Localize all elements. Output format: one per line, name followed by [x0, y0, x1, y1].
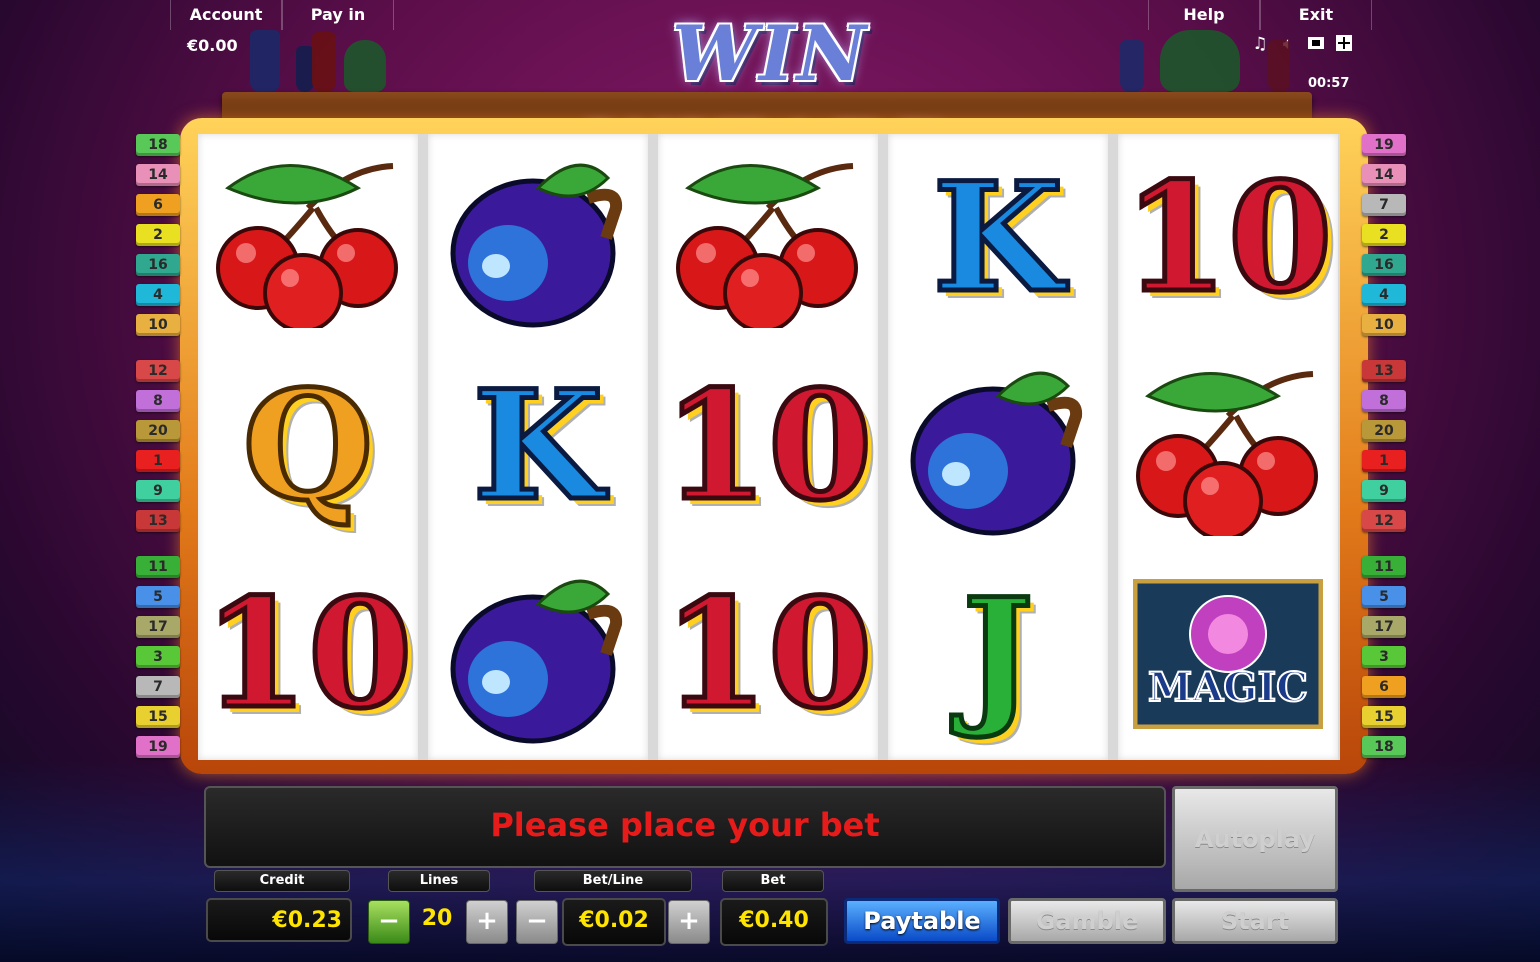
- line-marker-15[interactable]: 15: [136, 706, 180, 728]
- lines-label: Lines: [388, 870, 490, 892]
- line-marker-17[interactable]: 17: [1362, 616, 1406, 638]
- reel-4: K J: [888, 134, 1108, 760]
- line-marker-14[interactable]: 14: [1362, 164, 1406, 186]
- bottle-decoration: [344, 40, 386, 92]
- magic-label: MAGIC: [1148, 664, 1308, 711]
- credit-label: Credit: [214, 870, 350, 892]
- credit-amount: €0.23: [272, 908, 342, 933]
- account-balance: €0.00: [187, 36, 238, 55]
- cherry-symbol: [658, 134, 878, 342]
- bet-line-increase-button[interactable]: +: [668, 900, 710, 944]
- line-marker-20[interactable]: 20: [1362, 420, 1406, 442]
- bottle-decoration: [1268, 40, 1290, 92]
- bet-label: Bet: [722, 870, 824, 892]
- plum-symbol: [428, 134, 648, 342]
- clock: 00:57: [1308, 76, 1350, 91]
- line-marker-13[interactable]: 13: [1362, 360, 1406, 382]
- line-marker-1[interactable]: 1: [1362, 450, 1406, 472]
- bottle-decoration: [250, 30, 280, 92]
- bet-value: €0.40: [720, 898, 828, 946]
- Q-symbol: Q: [240, 358, 376, 534]
- line-marker-1[interactable]: 1: [136, 450, 180, 472]
- line-marker-20[interactable]: 20: [136, 420, 180, 442]
- cherry-symbol: [1118, 342, 1338, 550]
- line-marker-7[interactable]: 7: [136, 676, 180, 698]
- reels-area: Q 10 K 10 10 K J 10 MAGIC: [198, 134, 1340, 760]
- line-marker-2[interactable]: 2: [136, 224, 180, 246]
- game-logo: WIN WIZARD: [582, 9, 956, 198]
- line-marker-11[interactable]: 11: [1362, 556, 1406, 578]
- paytable-button[interactable]: Paytable: [844, 898, 1000, 944]
- bottle-decoration: [1120, 40, 1144, 92]
- status-message: Please place your bet: [490, 806, 880, 844]
- line-marker-16[interactable]: 16: [1362, 254, 1406, 276]
- plum-symbol: [888, 342, 1108, 550]
- bet-line-value: €0.02: [562, 898, 666, 946]
- line-marker-3[interactable]: 3: [136, 646, 180, 668]
- line-marker-10[interactable]: 10: [136, 314, 180, 336]
- bottle-decoration: [1160, 30, 1240, 92]
- reel-1: Q 10: [198, 134, 418, 760]
- line-marker-13[interactable]: 13: [136, 510, 180, 532]
- 10-symbol: 10: [661, 566, 875, 742]
- line-marker-18[interactable]: 18: [136, 134, 180, 156]
- line-marker-14[interactable]: 14: [136, 164, 180, 186]
- bet-line-decrease-button[interactable]: −: [516, 900, 558, 944]
- line-marker-9[interactable]: 9: [136, 480, 180, 502]
- lines-decrease-button[interactable]: −: [368, 900, 410, 944]
- reel-5: 10 MAGIC: [1118, 134, 1338, 760]
- line-marker-4[interactable]: 4: [136, 284, 180, 306]
- line-marker-11[interactable]: 11: [136, 556, 180, 578]
- line-marker-9[interactable]: 9: [1362, 480, 1406, 502]
- reel-3: 10 10: [658, 134, 878, 760]
- 10-symbol: 10: [201, 566, 415, 742]
- help-button[interactable]: Help: [1148, 0, 1260, 30]
- pay-in-button[interactable]: Pay in: [282, 0, 394, 30]
- line-marker-4[interactable]: 4: [1362, 284, 1406, 306]
- lines-value: 20: [421, 906, 453, 931]
- exit-button[interactable]: Exit: [1260, 0, 1372, 30]
- message-panel: Please place your bet: [204, 786, 1166, 868]
- line-marker-8[interactable]: 8: [1362, 390, 1406, 412]
- line-marker-6[interactable]: 6: [136, 194, 180, 216]
- line-marker-12[interactable]: 12: [136, 360, 180, 382]
- lines-increase-button[interactable]: +: [466, 900, 508, 944]
- magic-symbol: MAGIC: [1118, 550, 1338, 758]
- line-marker-5[interactable]: 5: [1362, 586, 1406, 608]
- line-marker-3[interactable]: 3: [1362, 646, 1406, 668]
- line-marker-6[interactable]: 6: [1362, 676, 1406, 698]
- cherry-symbol: [198, 134, 418, 342]
- credit-value: €0.23: [206, 898, 352, 942]
- bet-line-label: Bet/Line: [534, 870, 692, 892]
- line-marker-2[interactable]: 2: [1362, 224, 1406, 246]
- line-marker-17[interactable]: 17: [136, 616, 180, 638]
- line-marker-12[interactable]: 12: [1362, 510, 1406, 532]
- J-symbol: J: [960, 566, 1036, 742]
- line-marker-18[interactable]: 18: [1362, 736, 1406, 758]
- music-note-icon[interactable]: ♫: [1250, 34, 1270, 54]
- line-marker-16[interactable]: 16: [136, 254, 180, 276]
- K-symbol: K: [470, 358, 605, 534]
- fullscreen-icon[interactable]: [1306, 34, 1326, 54]
- line-marker-10[interactable]: 10: [1362, 314, 1406, 336]
- start-button[interactable]: Start: [1172, 898, 1338, 944]
- line-marker-8[interactable]: 8: [136, 390, 180, 412]
- K-symbol: K: [930, 150, 1065, 326]
- line-marker-19[interactable]: 19: [1362, 134, 1406, 156]
- 10-symbol: 10: [661, 358, 875, 534]
- line-marker-7[interactable]: 7: [1362, 194, 1406, 216]
- 10-symbol: 10: [1121, 150, 1335, 326]
- line-marker-5[interactable]: 5: [136, 586, 180, 608]
- reel-2: K: [428, 134, 648, 760]
- gamble-button[interactable]: Gamble: [1008, 898, 1166, 944]
- bottle-decoration: [312, 32, 336, 92]
- line-marker-19[interactable]: 19: [136, 736, 180, 758]
- settings-icon[interactable]: [1334, 34, 1354, 54]
- autoplay-button[interactable]: Autoplay: [1172, 786, 1338, 892]
- account-button[interactable]: Account: [170, 0, 282, 30]
- line-marker-15[interactable]: 15: [1362, 706, 1406, 728]
- plum-symbol: [428, 550, 648, 758]
